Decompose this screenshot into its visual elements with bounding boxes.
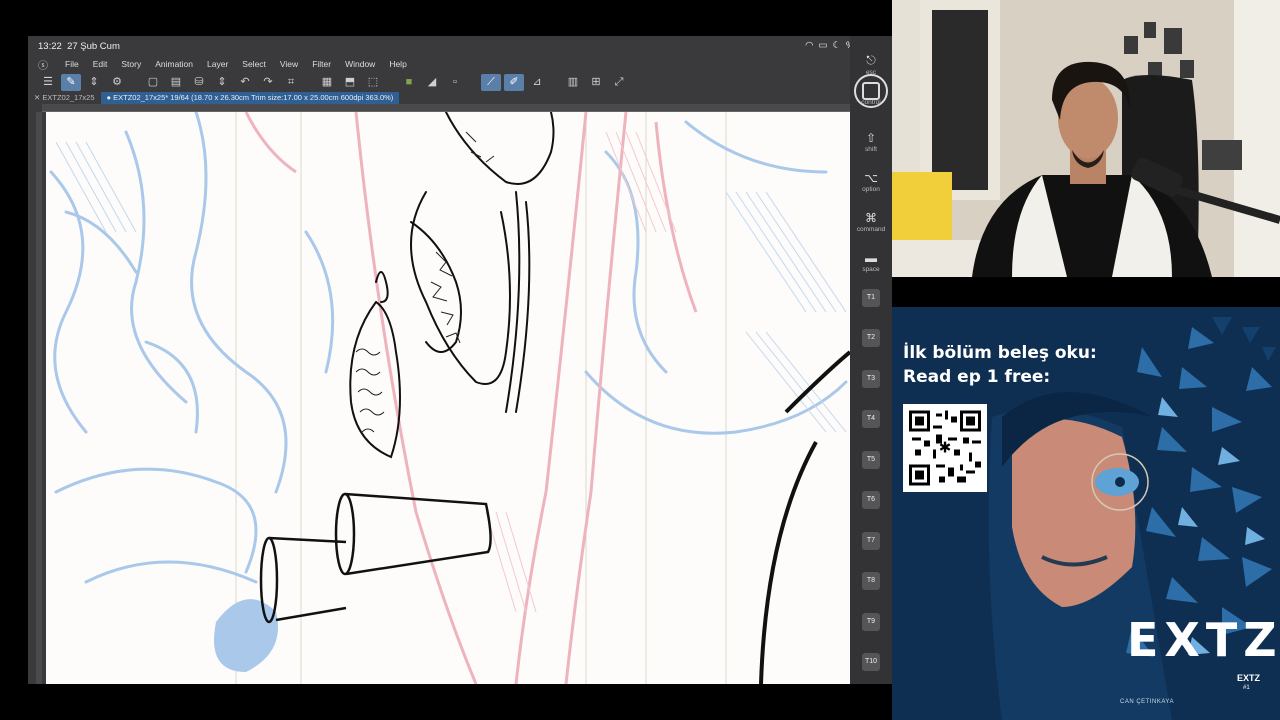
tool-key-t1[interactable]: T1 (862, 289, 880, 307)
menu-select[interactable]: Select (235, 59, 273, 69)
menu-animation[interactable]: Animation (148, 59, 200, 69)
ios-status-bar: 13:22 27 Şub Cum ◠ ▭ ☾ %81 (28, 36, 892, 56)
moon-icon: ☾ (832, 40, 841, 51)
tool-key-t4[interactable]: T4 (862, 410, 880, 428)
tool-key-t2[interactable]: T2 (862, 329, 880, 347)
edge-keyboard-panel: ⎋ esc control ⇧ shift ⌥ option ⌘ command ▬ sp… (850, 36, 892, 684)
redo-icon[interactable]: ↷ (258, 74, 278, 91)
option-key[interactable]: ⌥ option (852, 164, 890, 202)
document-tabs: ✕ EXTZ02_17x25 ● EXTZ02_17x25* 19/64 (18… (28, 92, 862, 104)
open-folder-icon[interactable]: ▤ (166, 74, 186, 91)
tab-document-1[interactable]: ✕ EXTZ02_17x25 (28, 92, 101, 104)
tool-key-t9[interactable]: T9 (862, 613, 880, 631)
chevron-updown-icon[interactable]: ⇕ (212, 74, 232, 91)
hamburger-icon[interactable]: ☰ (38, 74, 58, 91)
checker-icon[interactable]: ▦ (317, 74, 337, 91)
ruler-icon[interactable]: ⊿ (527, 74, 547, 91)
comic-logo: EXTZ (1127, 613, 1280, 667)
webcam-feed (892, 0, 1280, 277)
menu-filter[interactable]: Filter (305, 59, 338, 69)
qr-code[interactable]: ✱ (903, 404, 987, 492)
app-logo-icon[interactable]: ⓢ (28, 57, 58, 72)
undo-icon[interactable]: ↶ (235, 74, 255, 91)
promo-line-en: Read ep 1 free: (903, 367, 1051, 387)
tool-key-t3[interactable]: T3 (862, 370, 880, 388)
pen-tool-icon[interactable]: ⟋ (481, 73, 501, 91)
expand-icon[interactable]: ⤢ (609, 74, 629, 91)
command-key[interactable]: ⌘ command (852, 204, 890, 242)
tab-document-2[interactable]: ● EXTZ02_17x25* 19/64 (18.70 x 26.30cm T… (100, 92, 400, 104)
ruler-vertical (36, 112, 42, 684)
save-icon[interactable]: ⛁ (189, 74, 209, 91)
promo-line-tr: İlk bölüm beleş oku: (903, 343, 1097, 363)
tool-key-t7[interactable]: T7 (862, 532, 880, 550)
layer-paint-icon[interactable]: ⬒ (340, 74, 360, 91)
story-icon[interactable]: ⊞ (586, 74, 606, 91)
pencil-tool-icon[interactable]: ✐ (504, 73, 524, 91)
tool-key-t10[interactable]: T10 (862, 653, 880, 671)
status-time: 13:22 27 Şub Cum (38, 41, 120, 52)
menu-bar: ⓢ File Edit Story Animation Layer Select… (28, 56, 892, 72)
crop-icon[interactable]: ⌗ (281, 74, 301, 91)
menu-window[interactable]: Window (338, 59, 382, 69)
menu-file[interactable]: File (58, 59, 86, 69)
menu-help[interactable]: Help (382, 59, 413, 69)
command-bar: ☰ ✎ ⇕ ⚙ ▢ ▤ ⛁ ⇕ ↶ ↷ ⌗ ▦ ⬒ ⬚ ■ ◢ ▫ ⟋ ✐ ⊿ … (28, 72, 892, 92)
transform-icon[interactable]: ⬚ (363, 74, 383, 91)
clip-studio-window: 13:22 27 Şub Cum ◠ ▭ ☾ %81 ⓢ File Edit S… (28, 36, 892, 684)
shift-key[interactable]: ⇧ shift (852, 124, 890, 162)
drawing-canvas[interactable] (46, 112, 850, 684)
timeline-icon[interactable]: ▥ (563, 74, 583, 91)
menu-story[interactable]: Story (114, 59, 148, 69)
screen-mirror-icon: ▭ (818, 40, 828, 51)
clear-icon[interactable]: ▫ (445, 74, 465, 91)
screen: 13:22 27 Şub Cum ◠ ▭ ☾ %81 ⓢ File Edit S… (0, 0, 1280, 720)
menu-layer[interactable]: Layer (200, 59, 235, 69)
ruler-horizontal (42, 104, 850, 112)
wifi-icon: ◠ (805, 40, 814, 51)
tool-key-t6[interactable]: T6 (862, 491, 880, 509)
settings-icon[interactable]: ⚙ (107, 74, 127, 91)
menu-view[interactable]: View (273, 59, 305, 69)
author-name: CAN ÇETINKAYA (1120, 699, 1174, 705)
chevron-updown-icon[interactable]: ⇕ (84, 74, 104, 91)
comic-logo-small: EXTZ (1237, 673, 1261, 683)
tool-switch-icon[interactable]: ✎ (61, 73, 81, 91)
color-fill-icon[interactable]: ■ (399, 74, 419, 91)
tool-key-t8[interactable]: T8 (862, 572, 880, 590)
promo-panel: İlk bölüm beleş oku: Read ep 1 free: ✱ E… (892, 307, 1280, 720)
new-file-icon[interactable]: ▢ (143, 74, 163, 91)
menu-edit[interactable]: Edit (86, 59, 115, 69)
space-key[interactable]: ▬ space (852, 244, 890, 282)
issue-number: #1 (1243, 685, 1250, 691)
gradient-icon[interactable]: ◢ (422, 74, 442, 91)
svg-text:✱: ✱ (939, 440, 952, 457)
tool-key-t5[interactable]: T5 (862, 451, 880, 469)
